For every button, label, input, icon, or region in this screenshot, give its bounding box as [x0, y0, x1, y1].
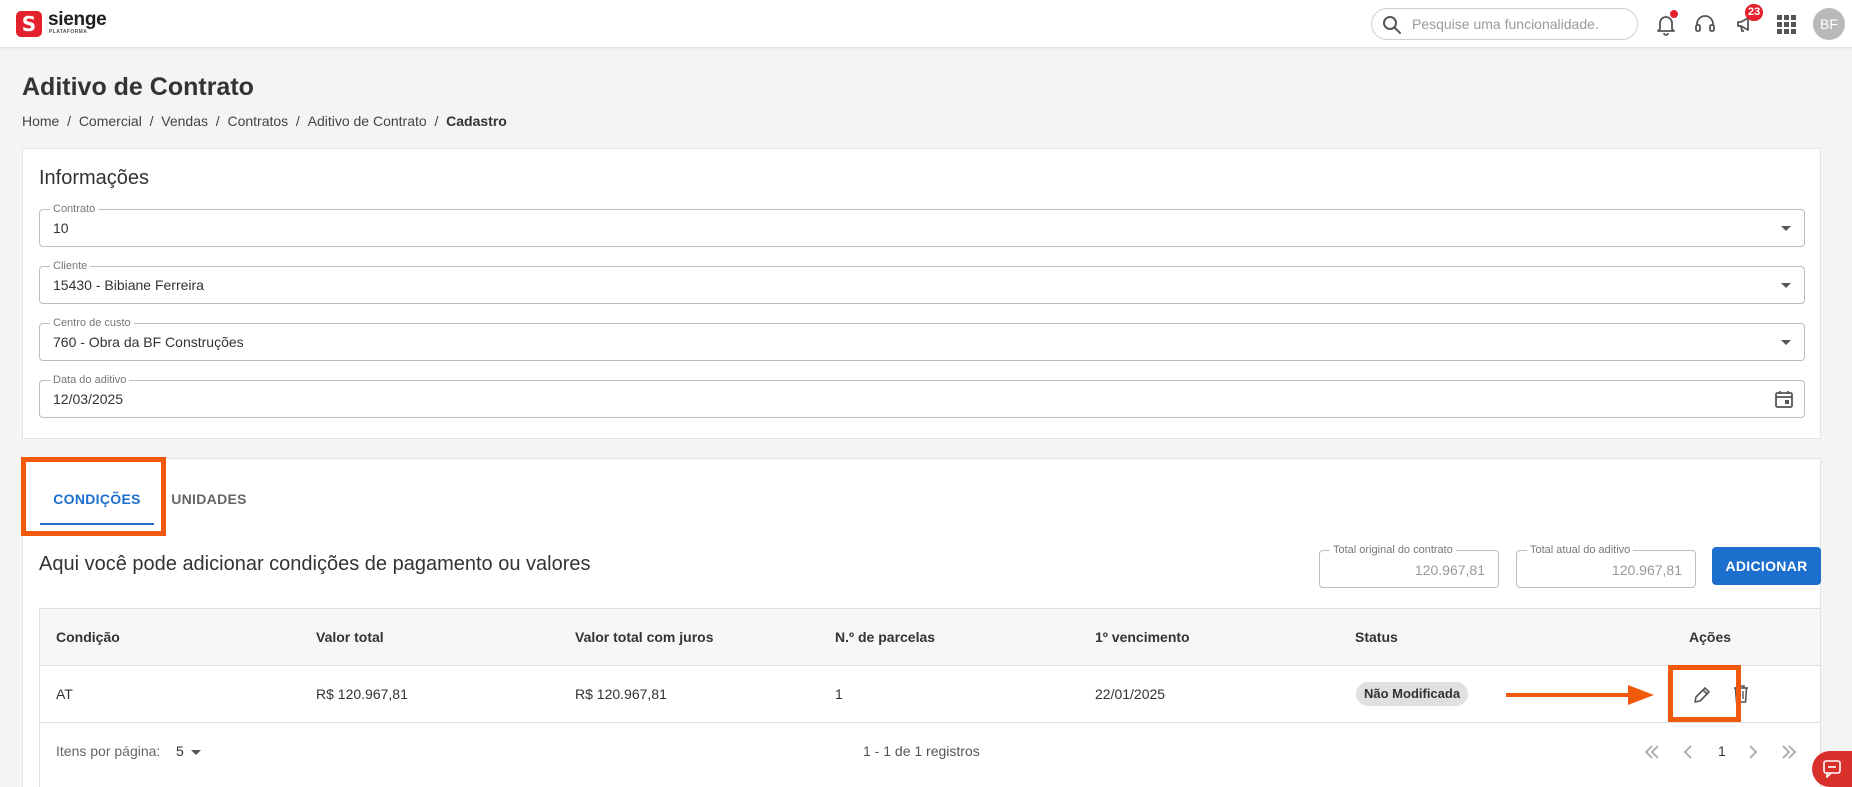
data-aditivo-field[interactable]: Data do aditivo 12/03/2025 [39, 374, 1805, 418]
cell-valor-juros: R$ 120.967,81 [575, 686, 667, 702]
avatar[interactable]: BF [1813, 8, 1845, 40]
breadcrumb-vendas[interactable]: Vendas [161, 113, 208, 129]
news-badge: 23 [1745, 4, 1764, 21]
chevron-down-icon[interactable] [1781, 340, 1791, 345]
next-page-button[interactable] [1741, 740, 1765, 764]
breadcrumb-aditivo[interactable]: Aditivo de Contrato [308, 113, 427, 129]
tab-unidades[interactable]: UNIDADES [169, 469, 249, 525]
column-valor-juros[interactable]: Valor total com juros [575, 629, 713, 645]
informacoes-title: Informações [39, 167, 150, 189]
headset-icon [1695, 15, 1715, 32]
search-box[interactable] [1371, 8, 1638, 40]
breadcrumb-separator: / [426, 113, 447, 129]
calendar-icon[interactable] [1774, 389, 1794, 409]
per-page-label: Itens por página: [56, 743, 161, 759]
per-page-select[interactable]: 5 [176, 743, 184, 759]
cell-parcelas: 1 [835, 686, 843, 702]
cliente-select[interactable]: Cliente 15430 - Bibiane Ferreira [39, 260, 1805, 304]
cliente-value: 15430 - Bibiane Ferreira [53, 277, 204, 293]
cliente-label: Cliente [50, 260, 91, 272]
status-badge: Não Modificada [1356, 682, 1469, 706]
feedback-button[interactable] [1812, 751, 1852, 787]
chevron-left-icon [1683, 745, 1692, 759]
informacoes-card: Informações Contrato 10 Cliente 15430 - … [22, 148, 1821, 439]
top-bar: S sienge PLATAFORMA 23 BF [0, 0, 1852, 48]
cell-valor-total: R$ 120.967,81 [316, 686, 408, 702]
support-button[interactable] [1693, 12, 1717, 36]
news-button[interactable]: 23 [1734, 4, 1764, 36]
total-original-value: 120.967,81 [1414, 562, 1485, 578]
annotation-arrow-icon [1506, 685, 1654, 705]
contrato-select[interactable]: Contrato 10 [39, 203, 1805, 247]
data-aditivo-label: Data do aditivo [50, 374, 130, 386]
breadcrumb-separator: / [208, 113, 228, 129]
notification-dot [1670, 10, 1678, 18]
column-status[interactable]: Status [1355, 629, 1398, 645]
chevron-down-icon[interactable] [191, 750, 201, 755]
column-parcelas[interactable]: N.º de parcelas [835, 629, 935, 645]
chevron-down-icon[interactable] [1781, 226, 1791, 231]
breadcrumb-current: Cadastro [446, 113, 507, 129]
adicionar-button[interactable]: ADICIONAR [1712, 547, 1821, 585]
table-row[interactable]: AT R$ 120.967,81 R$ 120.967,81 1 22/01/2… [40, 665, 1820, 723]
logo-mark: S [16, 11, 42, 37]
current-page[interactable]: 1 [1718, 743, 1726, 759]
notifications-button[interactable] [1654, 10, 1678, 36]
total-original-field: Total original do contrato 120.967,81 [1319, 544, 1499, 588]
condicoes-card: CONDIÇÕES UNIDADES Aqui você pode adicio… [21, 457, 1821, 787]
first-page-button[interactable] [1640, 740, 1664, 764]
first-page-icon [1644, 745, 1659, 759]
last-page-button[interactable] [1777, 740, 1801, 764]
logo-sub: PLATAFORMA [49, 29, 88, 35]
breadcrumb-separator: / [141, 113, 162, 129]
cell-condicao: AT [56, 686, 73, 702]
breadcrumb: Home / Comercial / Vendas / Contratos / … [22, 113, 507, 129]
search-icon [1383, 16, 1401, 34]
centro-custo-value: 760 - Obra da BF Construções [53, 334, 244, 350]
chevron-right-icon [1749, 745, 1758, 759]
chevron-down-icon[interactable] [1781, 283, 1791, 288]
contrato-value: 10 [53, 220, 69, 236]
sienge-logo[interactable]: S sienge PLATAFORMA [16, 8, 126, 40]
prev-page-button[interactable] [1676, 740, 1700, 764]
data-aditivo-value: 12/03/2025 [53, 391, 124, 407]
apps-grid-icon [1777, 15, 1796, 34]
breadcrumb-comercial[interactable]: Comercial [79, 113, 142, 129]
condicoes-table: Condição Valor total Valor total com jur… [39, 608, 1821, 787]
annotation-highlight-edit [1668, 665, 1741, 722]
breadcrumb-separator: / [59, 113, 79, 129]
column-vencimento[interactable]: 1º vencimento [1095, 629, 1190, 645]
search-input[interactable] [1412, 14, 1630, 34]
annotation-highlight-tab [21, 457, 166, 536]
condicoes-description: Aqui você pode adicionar condições de pa… [39, 553, 591, 575]
apps-button[interactable] [1774, 12, 1798, 36]
breadcrumb-separator: / [288, 113, 308, 129]
column-valor-total[interactable]: Valor total [316, 629, 384, 645]
last-page-icon [1782, 745, 1797, 759]
centro-custo-label: Centro de custo [50, 317, 134, 329]
total-atual-value: 120.967,81 [1611, 562, 1682, 578]
breadcrumb-contratos[interactable]: Contratos [227, 113, 288, 129]
logo-name: sienge [48, 9, 107, 30]
total-atual-label: Total atual do aditivo [1527, 544, 1634, 556]
column-condicao[interactable]: Condição [56, 629, 120, 645]
column-acoes: Ações [1689, 629, 1732, 645]
contrato-label: Contrato [50, 203, 99, 215]
total-original-label: Total original do contrato [1330, 544, 1456, 556]
table-header: Condição Valor total Valor total com jur… [40, 609, 1820, 666]
page-title: Aditivo de Contrato [22, 73, 254, 101]
breadcrumb-home[interactable]: Home [22, 113, 59, 129]
total-atual-field: Total atual do aditivo 120.967,81 [1516, 544, 1696, 588]
chat-icon [1823, 760, 1841, 778]
centro-custo-select[interactable]: Centro de custo 760 - Obra da BF Constru… [39, 317, 1805, 361]
table-footer: Itens por página: 5 1 - 1 de 1 registros… [40, 723, 1820, 780]
cell-vencimento: 22/01/2025 [1095, 686, 1166, 702]
range-text: 1 - 1 de 1 registros [863, 743, 980, 759]
